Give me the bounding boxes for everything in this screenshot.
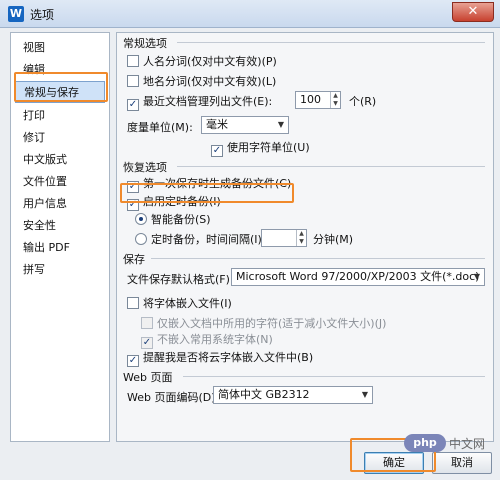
wps-app-icon: W: [8, 6, 24, 22]
smart-backup-radio[interactable]: [135, 213, 147, 225]
embed-used-chars-option: 仅嵌入文档中所用的字符(适于减小文件大小)(J): [141, 315, 386, 331]
interval-minutes-unit: 分钟(M): [313, 233, 354, 246]
first-save-backup-option[interactable]: ✓ 第一次保存时生成备份文件(C): [127, 175, 291, 193]
embed-fonts-checkbox[interactable]: [127, 297, 139, 309]
spin-arrows-icon[interactable]: ▲ ▼: [330, 92, 340, 108]
web-encoding-label: Web 页面编码(D):: [127, 391, 220, 404]
interval-backup-option[interactable]: 定时备份，时间间隔(I):: [135, 231, 266, 247]
first-save-backup-label: 第一次保存时生成备份文件(C): [143, 177, 292, 190]
nav-item-export-pdf[interactable]: 输出 PDF: [15, 237, 105, 259]
interval-backup-label: 定时备份，时间间隔(I):: [151, 233, 266, 246]
timed-backup-checkbox[interactable]: ✓: [127, 199, 139, 211]
web-encoding-value: 简体中文 GB2312: [218, 388, 310, 401]
chevron-down-icon: ▼: [277, 120, 285, 129]
general-options-divider: [177, 42, 485, 43]
embed-fonts-label: 将字体嵌入文件(I): [143, 297, 232, 310]
char-unit-label: 使用字符单位(U): [227, 141, 310, 154]
chevron-down-icon: ▼: [473, 272, 481, 281]
cloud-font-remind-label: 提醒我是否将云字体嵌入文件中(B): [143, 351, 314, 364]
name-split-label: 人名分词(仅对中文有效)(P): [143, 55, 277, 68]
char-unit-option[interactable]: ✓ 使用字符单位(U): [211, 139, 310, 157]
recent-files-checkbox[interactable]: ✓: [127, 99, 139, 111]
ok-button[interactable]: 确定: [364, 452, 424, 474]
recovery-options-divider: [177, 166, 485, 167]
nav-item-view[interactable]: 视图: [15, 37, 105, 59]
chevron-down-icon: ▼: [361, 390, 369, 399]
name-split-checkbox[interactable]: [127, 55, 139, 67]
name-split-option[interactable]: 人名分词(仅对中文有效)(P): [127, 53, 277, 69]
interval-backup-radio[interactable]: [135, 233, 147, 245]
smart-backup-label: 智能备份(S): [151, 213, 211, 226]
default-format-dropdown[interactable]: Microsoft Word 97/2000/XP/2003 文件(*.doc)…: [231, 268, 485, 286]
place-split-label: 地名分词(仅对中文有效)(L): [143, 75, 277, 88]
embed-used-chars-checkbox: [141, 317, 153, 329]
measure-unit-value: 毫米: [206, 118, 228, 131]
web-encoding-dropdown[interactable]: 简体中文 GB2312 ▼: [213, 386, 373, 404]
default-format-value: Microsoft Word 97/2000/XP/2003 文件(*.doc): [236, 270, 480, 283]
recent-files-label: 最近文档管理列出文件(E):: [143, 95, 273, 108]
nav-item-general-save[interactable]: 常规与保存: [15, 81, 105, 103]
place-split-checkbox[interactable]: [127, 75, 139, 87]
nav-item-spelling[interactable]: 拼写: [15, 259, 105, 281]
nav-item-edit[interactable]: 编辑: [15, 59, 105, 81]
web-page-title: Web 页面: [123, 371, 173, 384]
php-watermark-text: 中文网: [449, 437, 486, 451]
recent-files-unit: 个(R): [349, 95, 377, 108]
spin-arrows-icon[interactable]: ▲ ▼: [296, 230, 306, 246]
save-title: 保存: [123, 253, 145, 266]
nav-item-security[interactable]: 安全性: [15, 215, 105, 237]
recent-files-count-value: 100: [300, 93, 321, 106]
save-divider: [151, 258, 485, 259]
recent-files-count-spinbox[interactable]: 100 ▲ ▼: [295, 91, 341, 109]
options-nav: 视图 编辑 常规与保存 打印 修订 中文版式 文件位置 用户信息 安全性 输出 …: [10, 32, 110, 442]
timed-backup-label: 启用定时备份(I): [143, 195, 221, 208]
no-common-fonts-option: ✓ 不嵌入常用系统字体(N): [141, 331, 273, 349]
nav-item-user-info[interactable]: 用户信息: [15, 193, 105, 215]
general-options-title: 常规选项: [123, 37, 167, 50]
nav-item-revision[interactable]: 修订: [15, 127, 105, 149]
cloud-font-remind-checkbox[interactable]: ✓: [127, 355, 139, 367]
timed-backup-option[interactable]: ✓ 启用定时备份(I): [127, 193, 221, 211]
char-unit-checkbox[interactable]: ✓: [211, 145, 223, 157]
no-common-fonts-label: 不嵌入常用系统字体(N): [157, 333, 273, 346]
place-split-option[interactable]: 地名分词(仅对中文有效)(L): [127, 73, 276, 89]
window-title: 选项: [30, 8, 55, 22]
close-button[interactable]: ✕: [452, 2, 494, 22]
nav-item-print[interactable]: 打印: [15, 105, 105, 127]
embed-used-chars-label: 仅嵌入文档中所用的字符(适于减小文件大小)(J): [157, 317, 387, 330]
recent-files-option[interactable]: ✓ 最近文档管理列出文件(E):: [127, 93, 272, 111]
measure-unit-label: 度量单位(M):: [127, 121, 193, 134]
first-save-backup-checkbox[interactable]: ✓: [127, 181, 139, 193]
embed-fonts-option[interactable]: 将字体嵌入文件(I): [127, 295, 232, 311]
options-panel: 常规选项 人名分词(仅对中文有效)(P) 地名分词(仅对中文有效)(L) ✓ 最近…: [116, 32, 494, 442]
default-format-label: 文件保存默认格式(F):: [127, 273, 234, 286]
smart-backup-option[interactable]: 智能备份(S): [135, 211, 211, 227]
nav-item-file-location[interactable]: 文件位置: [15, 171, 105, 193]
interval-minutes-spinbox[interactable]: ▲ ▼: [261, 229, 307, 247]
cancel-button[interactable]: 取消: [432, 452, 492, 474]
cloud-font-remind-option[interactable]: ✓ 提醒我是否将云字体嵌入文件中(B): [127, 349, 313, 367]
nav-item-chinese-layout[interactable]: 中文版式: [15, 149, 105, 171]
recovery-options-title: 恢复选项: [123, 161, 167, 174]
web-page-divider: [183, 376, 485, 377]
no-common-fonts-checkbox: ✓: [141, 337, 153, 349]
dialog-client: 视图 编辑 常规与保存 打印 修订 中文版式 文件位置 用户信息 安全性 输出 …: [0, 28, 500, 480]
measure-unit-dropdown[interactable]: 毫米 ▼: [201, 116, 289, 134]
title-bar: W 选项 ✕: [0, 0, 500, 28]
php-watermark-badge: php: [404, 434, 446, 452]
